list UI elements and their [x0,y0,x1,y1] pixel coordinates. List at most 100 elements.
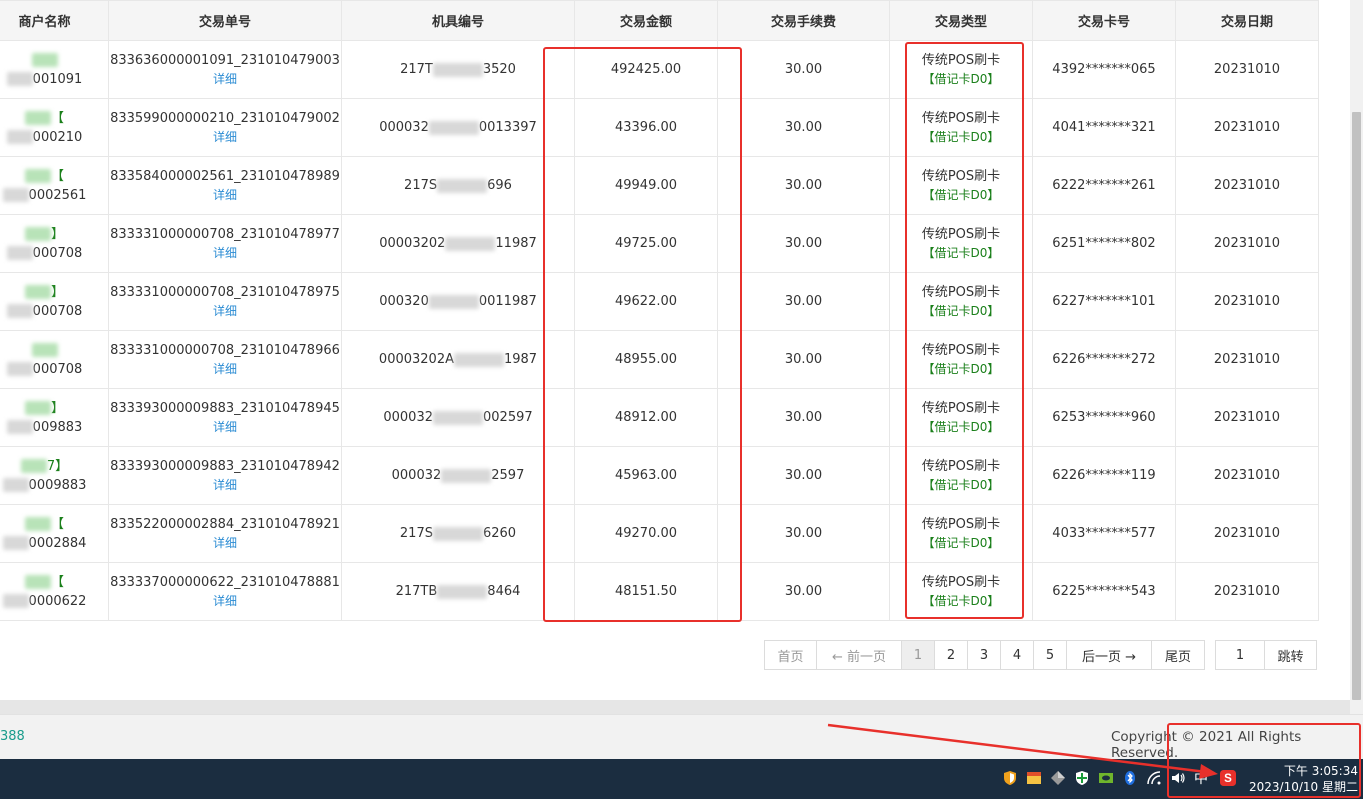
detail-link[interactable]: 详细 [110,128,341,147]
terminal-suffix: 0013397 [478,120,537,135]
order-cell: 833331000000708_231010478975 详细 [108,272,342,331]
terminal-cell: 00003202 11987 [341,214,575,273]
fee-cell: 30.00 [717,40,890,99]
card-cell: 6226*******119 [1032,446,1176,505]
next-page-button[interactable]: 后一页 → [1066,640,1152,670]
terminal-suffix: 002597 [483,410,533,425]
terminal-cell: 000032 0013397 [341,98,575,157]
terminal-suffix: 696 [487,178,512,193]
order-cell: 833331000000708_231010478966 详细 [108,330,342,389]
col-header-date: 交易日期 [1175,0,1319,41]
first-page-button[interactable]: 首页 [764,640,817,670]
merchant-cell: 】 000708 [0,272,109,331]
merchant-cell: 【 0002561 [0,156,109,215]
detail-link[interactable]: 详细 [110,186,341,205]
card-cell: 6226*******272 [1032,330,1176,389]
security-icon[interactable] [1074,770,1090,786]
col-header-fee: 交易手续费 [717,0,890,41]
page-button-1[interactable]: 1 [901,640,935,670]
page-button-3[interactable]: 3 [967,640,1001,670]
wifi-icon[interactable] [1146,770,1162,786]
terminal-prefix: 000032 [391,468,442,483]
terminal-prefix: 000320 [379,294,429,309]
detail-link[interactable]: 详细 [110,244,341,263]
terminal-prefix: 000032 [383,410,433,425]
detail-link[interactable]: 详细 [110,360,341,379]
windows-taskbar: 中 S 下午 3:05:34 2023/10/10 星期二 [0,759,1363,799]
order-cell: 833522000002884_231010478921 详细 [108,504,342,563]
terminal-prefix: 00003202 [379,236,446,251]
fee-cell: 30.00 [717,214,890,273]
horizontal-scrollbar[interactable] [0,700,1350,714]
terminal-suffix: 8464 [487,584,521,599]
terminal-suffix: 6260 [482,526,517,541]
card-cell: 6222*******261 [1032,156,1176,215]
merchant-tag: 【 [0,573,108,592]
merchant-tag: 【 [0,109,108,128]
page-button-5[interactable]: 5 [1033,640,1067,670]
detail-link[interactable]: 详细 [110,476,341,495]
shield-icon[interactable] [1002,770,1018,786]
page-jump-button[interactable]: 跳转 [1264,640,1317,670]
fee-cell: 30.00 [717,272,890,331]
vertical-scrollbar[interactable] [1350,0,1363,714]
page-button-2[interactable]: 2 [934,640,968,670]
merchant-tag: 】 [0,283,108,302]
merchant-number: 000708 [6,246,82,261]
col-header-merchant: 商户名称 [0,0,109,41]
detail-link[interactable]: 详细 [110,418,341,437]
vertical-scrollbar-thumb[interactable] [1352,112,1361,700]
fee-cell: 30.00 [717,98,890,157]
prev-page-button[interactable]: ← 前一页 [816,640,902,670]
fee-cell: 30.00 [717,330,890,389]
merchant-cell: 7】 0009883 [0,446,109,505]
window-icon[interactable] [1026,770,1042,786]
order-cell: 833337000000622_231010478881 详细 [108,562,342,621]
card-cell: 6225*******543 [1032,562,1176,621]
col-header-type: 交易类型 [889,0,1033,41]
date-cell: 20231010 [1175,504,1319,563]
date-cell: 20231010 [1175,156,1319,215]
card-cell: 4033*******577 [1032,504,1176,563]
col-header-terminal: 机具编号 [341,0,575,41]
order-number: 833599000000210_231010479002 [110,110,340,126]
fee-cell: 30.00 [717,446,890,505]
terminal-suffix: 3520 [482,62,516,77]
terminal-cell: 217S 696 [341,156,575,215]
date-cell: 20231010 [1175,330,1319,389]
merchant-number: 000210 [6,130,82,145]
terminal-cell: 000032 002597 [341,388,575,447]
merchant-number: 000708 [6,362,82,377]
merchant-tag [0,341,108,360]
bluetooth-icon[interactable] [1122,770,1138,786]
page-button-4[interactable]: 4 [1000,640,1034,670]
order-number: 833337000000622_231010478881 [110,574,340,590]
order-cell: 833636000001091_231010479003 详细 [108,40,342,99]
footer-left-text: 388 [0,729,25,744]
terminal-prefix: 217T [400,62,433,77]
order-number: 833522000002884_231010478921 [110,516,340,532]
merchant-cell: 】 000708 [0,214,109,273]
merchant-number: 001091 [6,72,82,87]
date-cell: 20231010 [1175,272,1319,331]
col-header-order-no: 交易单号 [108,0,342,41]
app-window: 商户名称 交易单号 机具编号 交易金额 交易手续费 交易类型 交易卡号 交易日期… [0,0,1363,799]
terminal-prefix: 217S [404,178,438,193]
detail-link[interactable]: 详细 [110,534,341,553]
terminal-suffix: 0011987 [478,294,537,309]
detail-link[interactable]: 详细 [110,302,341,321]
nvidia-icon[interactable] [1098,770,1114,786]
page-jump-input[interactable]: 1 [1215,640,1265,670]
terminal-suffix: 2597 [491,468,525,483]
order-cell: 833331000000708_231010478977 详细 [108,214,342,273]
detail-link[interactable]: 详细 [110,70,341,89]
date-cell: 20231010 [1175,388,1319,447]
last-page-button[interactable]: 尾页 [1151,640,1205,670]
diamond-icon[interactable] [1050,770,1066,786]
merchant-tag: 【 [0,167,108,186]
date-cell: 20231010 [1175,98,1319,157]
type-column-highlight [905,42,1024,619]
order-cell: 833599000000210_231010479002 详细 [108,98,342,157]
terminal-cell: 217T 3520 [341,40,575,99]
detail-link[interactable]: 详细 [110,592,341,611]
